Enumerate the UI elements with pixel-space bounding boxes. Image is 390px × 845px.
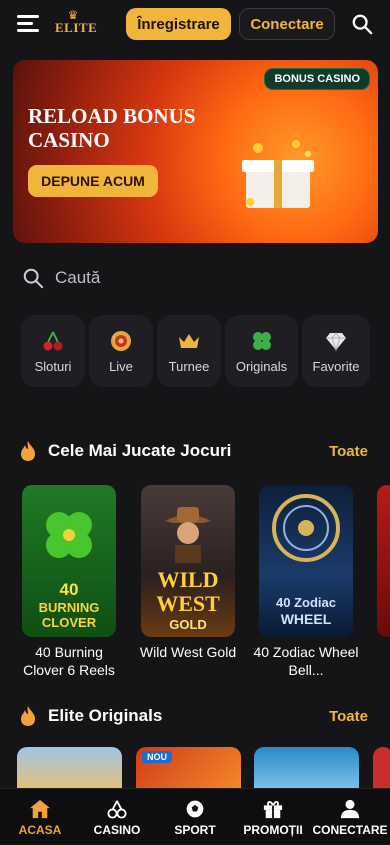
category-sloturi[interactable]: Sloturi [21,315,85,387]
most-played-title: Cele Mai Jucate Jocuri [48,441,232,460]
game-art-text: BURNING [38,600,100,615]
gift-icon [263,801,283,819]
category-label: Sloturi [34,359,72,374]
category-turnee[interactable]: Turnee [157,315,221,387]
banner-title: RELOAD BONUS CASINO [28,104,196,152]
bottom-navigation: ACASA CASINO SPORT PROMOȚII CONECTARE [0,788,390,844]
clover-icon [252,332,271,350]
nav-home[interactable]: ACASA [1,789,79,845]
crown-logo-icon: ♛ [67,8,79,22]
new-badge: NOU [142,751,172,763]
cherry-icon [107,800,127,819]
most-played-see-all-link[interactable]: Toate [329,443,368,460]
game-card-wild-west-gold[interactable]: WILD WEST GOLD [141,485,235,637]
game-art-text: 40 [59,580,79,599]
nav-sport[interactable]: SPORT [156,789,234,845]
nav-label: ACASA [18,823,62,837]
roulette-icon [111,331,131,351]
original-game-card[interactable] [17,747,122,791]
original-game-card[interactable] [373,747,390,791]
cowboy-illustration [165,507,211,563]
register-button[interactable]: Înregistrare [126,8,231,40]
category-label: Turnee [168,359,210,374]
game-card-burning-clover[interactable]: 40 BURNING CLOVER [22,485,116,637]
promo-banner[interactable]: BONUS CASINO RELOAD BONUS CASINO DEPUNE … [13,60,378,243]
diamond-icon [326,332,346,352]
search-bar[interactable] [13,258,378,298]
original-game-card[interactable]: NOU [136,747,241,791]
soccer-ball-icon [186,800,204,818]
logo-text: ELITE [55,20,98,35]
game-card-partial[interactable] [377,485,390,637]
nav-label: PROMOȚII [243,823,303,837]
cherry-icon [43,331,63,351]
category-label: Favorite [312,359,360,374]
game-title: 40 Zodiac Wheel Bell... [253,644,359,678]
top-header: ♛ ELITE Înregistrare Conectare [0,0,390,48]
clover-icon [46,512,92,558]
nav-label: CASINO [93,823,141,837]
search-input[interactable] [53,267,353,289]
category-favorite[interactable]: Favorite [302,315,370,387]
game-art-text: 40 Zodiac [276,595,336,610]
fire-icon [21,441,35,461]
fire-icon [21,706,35,726]
nav-label: CONECTARE [312,823,388,837]
category-live[interactable]: Live [89,315,153,387]
zodiac-wheel-illustration [272,494,340,562]
search-icon[interactable] [351,13,373,35]
nav-label: SPORT [174,823,216,837]
elite-originals-title: Elite Originals [48,706,163,725]
nav-promotions[interactable]: PROMOȚII [234,789,312,845]
game-art-text: WILD [157,567,219,592]
hamburger-menu-icon[interactable] [17,15,39,32]
search-icon [23,268,44,289]
game-art-text: WEST [156,591,220,616]
user-icon [340,799,360,819]
home-icon [30,799,50,819]
deposit-now-button[interactable]: DEPUNE ACUM [28,165,158,197]
login-button[interactable]: Conectare [239,8,335,40]
elite-logo[interactable]: ♛ ELITE [55,8,98,38]
elite-originals-see-all-link[interactable]: Toate [329,708,368,725]
game-title: 40 Burning Clover 6 Reels [23,644,115,678]
category-label: Originals [235,359,288,374]
game-art-text: WHEEL [280,611,332,627]
category-originals[interactable]: Originals [225,315,298,387]
original-game-card[interactable] [254,747,359,791]
game-card-zodiac-wheel[interactable]: 40 Zodiac WHEEL [259,485,353,637]
nav-casino[interactable]: CASINO [78,789,156,845]
crown-icon [179,334,199,348]
category-label: Live [109,359,133,374]
nav-login[interactable]: CONECTARE [311,789,389,845]
game-art-text: GOLD [169,617,207,632]
bonus-casino-badge: BONUS CASINO [264,68,370,90]
game-art-text: CLOVER [41,615,97,630]
gift-box-illustration [242,140,314,208]
game-title: Wild West Gold [139,644,237,660]
